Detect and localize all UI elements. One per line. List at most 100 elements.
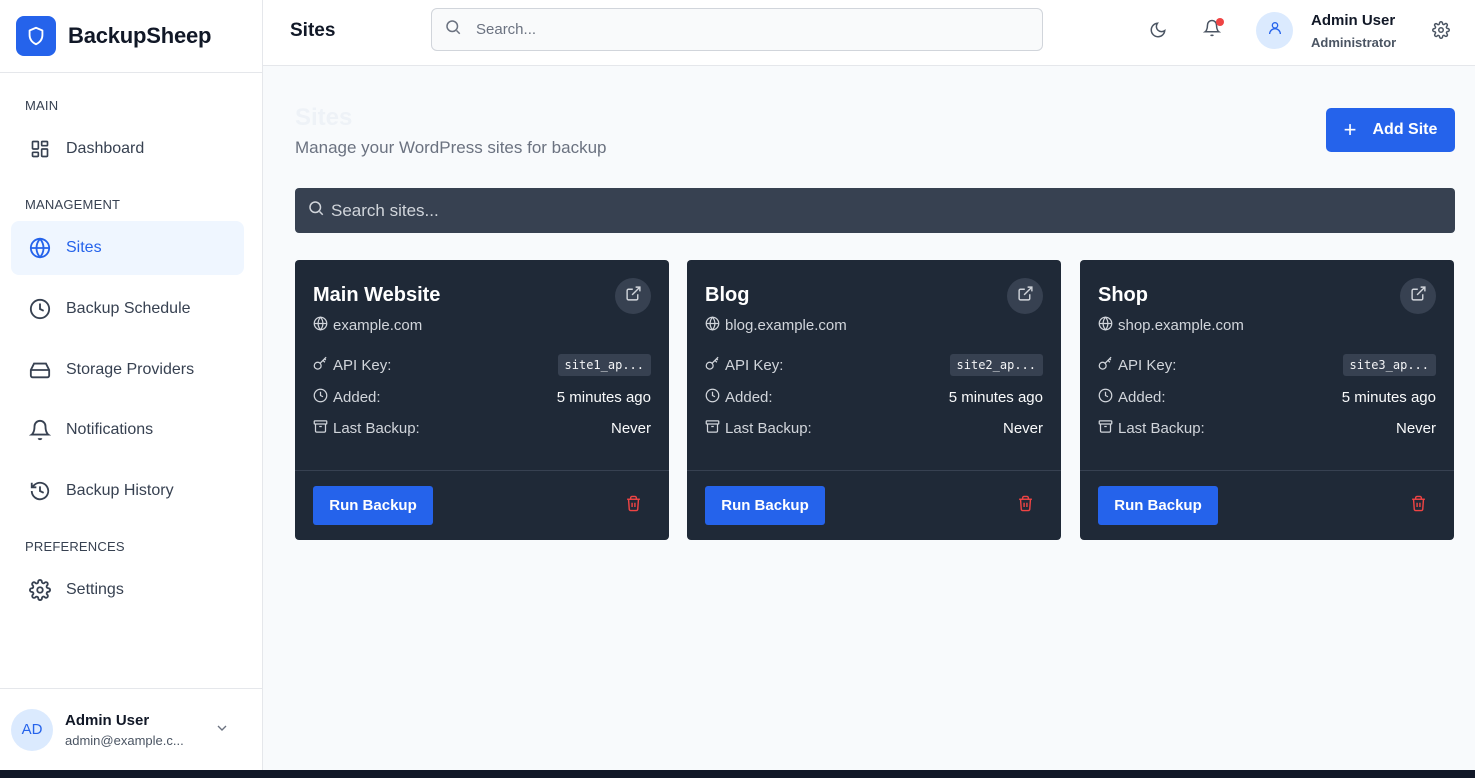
last-backup-row: Last Backup: Never [705, 416, 1043, 440]
moon-icon[interactable] [1146, 18, 1170, 42]
sidebar-item-dashboard[interactable]: Dashboard [11, 122, 244, 176]
sidebar: BackupSheep MAIN Dashboard MANAGEMENT Si… [0, 0, 263, 770]
run-backup-button[interactable]: Run Backup [705, 486, 825, 525]
nav-section-main: MAIN [25, 98, 59, 113]
last-backup-row: Last Backup: Never [313, 416, 651, 440]
shield-logo-icon [16, 16, 56, 56]
sidebar-item-backup-history[interactable]: Backup History [11, 464, 244, 518]
sidebar-item-sites[interactable]: Sites [11, 221, 244, 275]
added-value: 5 minutes ago [556, 388, 651, 406]
page-subtitle: Manage your WordPress sites for backup [295, 138, 607, 157]
search-icon [307, 199, 325, 222]
sidebar-item-notifications[interactable]: Notifications [11, 403, 244, 457]
last-backup-value: Never [1002, 419, 1043, 437]
bottom-edge [0, 770, 1475, 778]
api-key-row: API Key: site1_ap... [313, 353, 651, 377]
api-key-label: API Key: [1118, 356, 1177, 374]
sidebar-user-menu[interactable]: AD Admin User admin@example.c... [0, 688, 262, 770]
sidebar-item-label: Storage Providers [66, 361, 195, 378]
site-url: shop.example.com [1098, 316, 1244, 335]
chevron-down-icon[interactable] [214, 720, 230, 741]
site-url: example.com [313, 316, 422, 335]
clock-icon [705, 388, 725, 407]
nav-section-preferences: PREFERENCES [25, 539, 125, 554]
trash-icon [1410, 495, 1427, 517]
sidebar-item-label: Dashboard [66, 140, 145, 157]
key-icon [1098, 356, 1118, 375]
dashboard-icon [28, 137, 52, 161]
added-row: Added: 5 minutes ago [313, 385, 651, 409]
trash-icon [1017, 495, 1034, 517]
page-title: Sites [295, 104, 353, 131]
top-header: Sites Admin User Administrator [263, 0, 1475, 66]
api-key-row: API Key: site3_ap... [1098, 353, 1436, 377]
api-key-value: site3_ap... [1342, 354, 1436, 376]
sidebar-item-backup-schedule[interactable]: Backup Schedule [11, 282, 244, 336]
card-divider [295, 470, 669, 471]
sidebar-item-storage-providers[interactable]: Storage Providers [11, 343, 244, 397]
add-site-label: Add Site [1372, 121, 1438, 138]
archive-icon [313, 419, 333, 438]
sidebar-item-settings[interactable]: Settings [11, 563, 244, 617]
site-name: Shop [1098, 284, 1148, 306]
site-search[interactable] [295, 188, 1455, 233]
run-backup-button[interactable]: Run Backup [1098, 486, 1218, 525]
last-backup-label: Last Backup: [1118, 419, 1205, 437]
gear-icon [28, 578, 52, 602]
sidebar-item-label: Notifications [66, 421, 154, 438]
notifications-button[interactable] [1200, 18, 1224, 42]
site-search-input[interactable] [331, 200, 1431, 221]
globe-icon [28, 236, 52, 260]
clock-icon [1098, 388, 1118, 407]
card-divider [1080, 470, 1454, 471]
delete-site-button[interactable] [1408, 495, 1428, 517]
added-row: Added: 5 minutes ago [1098, 385, 1436, 409]
sidebar-user-name: Admin User [65, 711, 150, 729]
open-site-button[interactable] [1400, 278, 1436, 314]
run-backup-button[interactable]: Run Backup [313, 486, 433, 525]
archive-icon [1098, 419, 1118, 438]
add-site-button[interactable]: + Add Site [1326, 108, 1455, 152]
clock-icon [28, 297, 52, 321]
api-key-row: API Key: site2_ap... [705, 353, 1043, 377]
trash-icon [625, 495, 642, 517]
added-label: Added: [725, 388, 773, 406]
open-site-button[interactable] [1007, 278, 1043, 314]
added-row: Added: 5 minutes ago [705, 385, 1043, 409]
last-backup-value: Never [1395, 419, 1436, 437]
added-label: Added: [1118, 388, 1166, 406]
plus-icon: + [1343, 117, 1357, 142]
app-name: BackupSheep [68, 23, 212, 48]
api-key-value: site1_ap... [557, 354, 651, 376]
archive-icon [705, 419, 725, 438]
user-avatar[interactable] [1256, 12, 1293, 49]
last-backup-label: Last Backup: [725, 419, 812, 437]
api-key-label: API Key: [333, 356, 392, 374]
site-card: Shop shop.example.com API Key: site3_ap.… [1080, 260, 1454, 540]
header-title: Sites [290, 20, 336, 41]
header-user-name: Admin User [1311, 12, 1396, 29]
sidebar-item-label: Settings [66, 581, 124, 598]
last-backup-value: Never [610, 419, 651, 437]
gear-icon[interactable] [1429, 18, 1453, 42]
key-icon [705, 356, 725, 375]
added-label: Added: [333, 388, 381, 406]
open-site-button[interactable] [615, 278, 651, 314]
header-user-role: Administrator [1311, 35, 1397, 50]
external-link-icon [1017, 285, 1034, 307]
globe-icon [313, 316, 333, 335]
bell-icon [28, 418, 52, 442]
header-search[interactable] [431, 8, 1043, 51]
external-link-icon [1410, 285, 1427, 307]
last-backup-label: Last Backup: [333, 419, 420, 437]
sidebar-item-label: Backup Schedule [66, 300, 191, 317]
delete-site-button[interactable] [623, 495, 643, 517]
site-url: blog.example.com [705, 316, 847, 335]
delete-site-button[interactable] [1015, 495, 1035, 517]
site-url-text: shop.example.com [1118, 317, 1244, 334]
header-search-input[interactable] [476, 21, 996, 38]
search-icon [444, 18, 462, 41]
hard-drive-icon [28, 358, 52, 382]
nav-section-management: MANAGEMENT [25, 197, 121, 212]
avatar: AD [11, 708, 53, 751]
